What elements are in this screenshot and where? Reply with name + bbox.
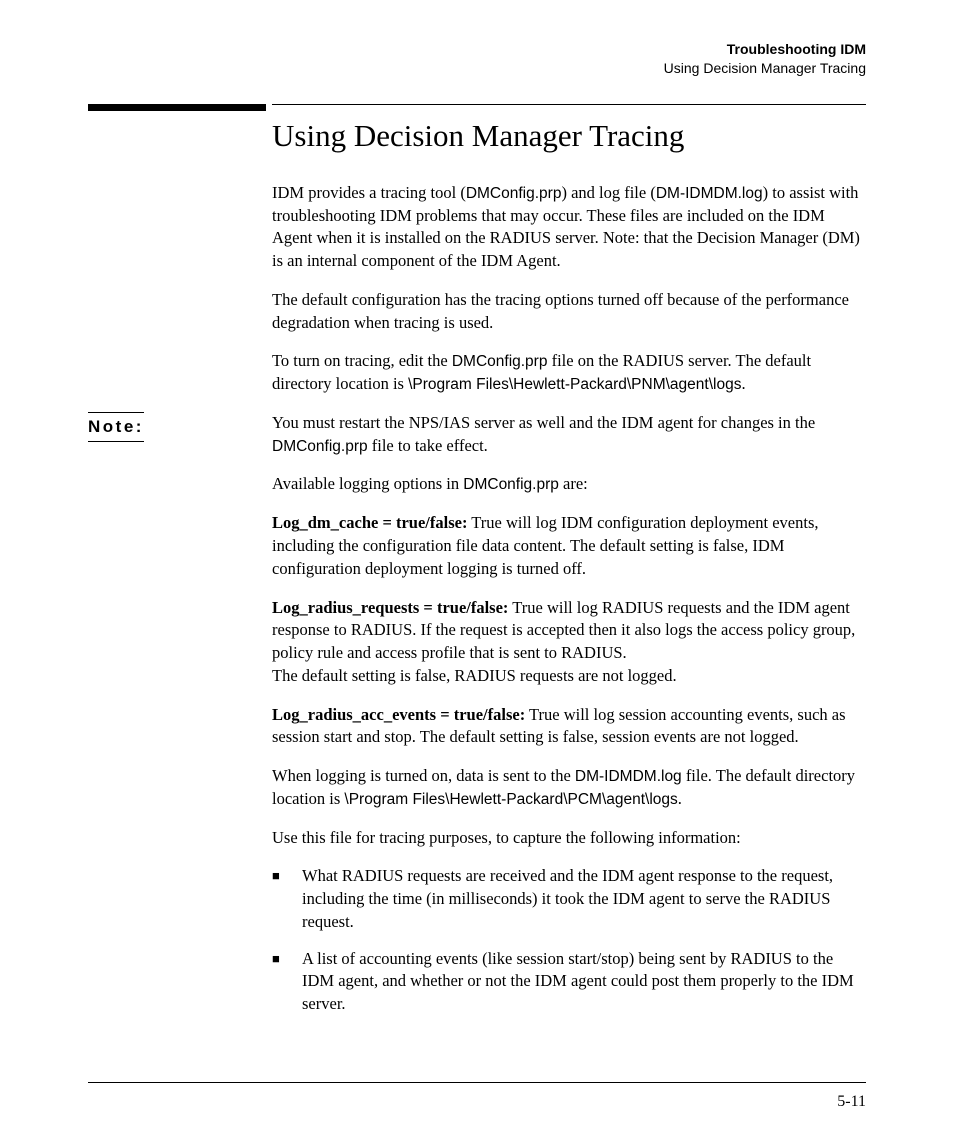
body-column: IDM provides a tracing tool (DMConfig.pr… <box>272 182 866 396</box>
section-container: Using Decision Manager Tracing IDM provi… <box>88 104 866 1016</box>
option-paragraph: Log_dm_cache = true/false: True will log… <box>272 512 866 580</box>
text: . <box>678 789 682 808</box>
text: To turn on tracing, edit the <box>272 351 452 370</box>
page-number: 5-11 <box>837 1093 866 1111</box>
paragraph: IDM provides a tracing tool (DMConfig.pr… <box>272 182 866 273</box>
text: Available logging options in <box>272 474 463 493</box>
square-bullet-icon: ■ <box>272 948 302 1016</box>
filename: DM-IDMDM.log <box>575 768 682 785</box>
text: are: <box>559 474 588 493</box>
title-rule-thick <box>88 104 266 111</box>
footer-rule <box>88 1082 866 1083</box>
text: The default setting is false, RADIUS req… <box>272 666 677 685</box>
text: . <box>741 374 745 393</box>
filename: DMConfig.prp <box>466 185 562 202</box>
option-label: Log_dm_cache = true/false: <box>272 513 467 532</box>
note-label-cell: Note: <box>88 412 272 458</box>
text: file to take effect. <box>368 436 488 455</box>
filename: DMConfig.prp <box>272 438 368 455</box>
note-body: You must restart the NPS/IAS server as w… <box>272 412 866 458</box>
paragraph: Available logging options in DMConfig.pr… <box>272 473 866 496</box>
filename: DMConfig.prp <box>463 476 559 493</box>
filepath: \Program Files\Hewlett-Packard\PNM\agent… <box>408 376 741 393</box>
filename: DMConfig.prp <box>452 353 548 370</box>
filename: DM-IDMDM.log <box>656 185 763 202</box>
text: A list of accounting events (like sessio… <box>302 948 866 1016</box>
paragraph: Use this file for tracing purposes, to c… <box>272 827 866 850</box>
option-label: Log_radius_acc_events = true/false: <box>272 705 525 724</box>
note-block: Note: You must restart the NPS/IAS serve… <box>88 412 866 458</box>
bullet-list: ■ What RADIUS requests are received and … <box>272 865 866 1016</box>
text: When logging is turned on, data is sent … <box>272 766 575 785</box>
body-column: Available logging options in DMConfig.pr… <box>272 473 866 1016</box>
option-label: Log_radius_requests = true/false: <box>272 598 508 617</box>
title-rule-thin <box>272 104 866 105</box>
paragraph: The default configuration has the tracin… <box>272 289 866 335</box>
filepath: \Program Files\Hewlett-Packard\PCM\agent… <box>344 791 677 808</box>
option-paragraph: Log_radius_requests = true/false: True w… <box>272 597 866 688</box>
section-title: Using Decision Manager Tracing <box>272 104 866 154</box>
square-bullet-icon: ■ <box>272 865 302 933</box>
header-chapter: Troubleshooting IDM <box>88 40 866 59</box>
page-header: Troubleshooting IDM Using Decision Manag… <box>88 40 866 78</box>
list-item: ■ A list of accounting events (like sess… <box>272 948 866 1016</box>
list-item: ■ What RADIUS requests are received and … <box>272 865 866 933</box>
text: ) and log file ( <box>561 183 655 202</box>
paragraph: To turn on tracing, edit the DMConfig.pr… <box>272 350 866 396</box>
text: You must restart the NPS/IAS server as w… <box>272 413 815 432</box>
note-label: Note: <box>88 412 144 442</box>
paragraph: When logging is turned on, data is sent … <box>272 765 866 811</box>
option-paragraph: Log_radius_acc_events = true/false: True… <box>272 704 866 750</box>
header-section: Using Decision Manager Tracing <box>88 59 866 78</box>
text: What RADIUS requests are received and th… <box>302 865 866 933</box>
text: IDM provides a tracing tool ( <box>272 183 466 202</box>
